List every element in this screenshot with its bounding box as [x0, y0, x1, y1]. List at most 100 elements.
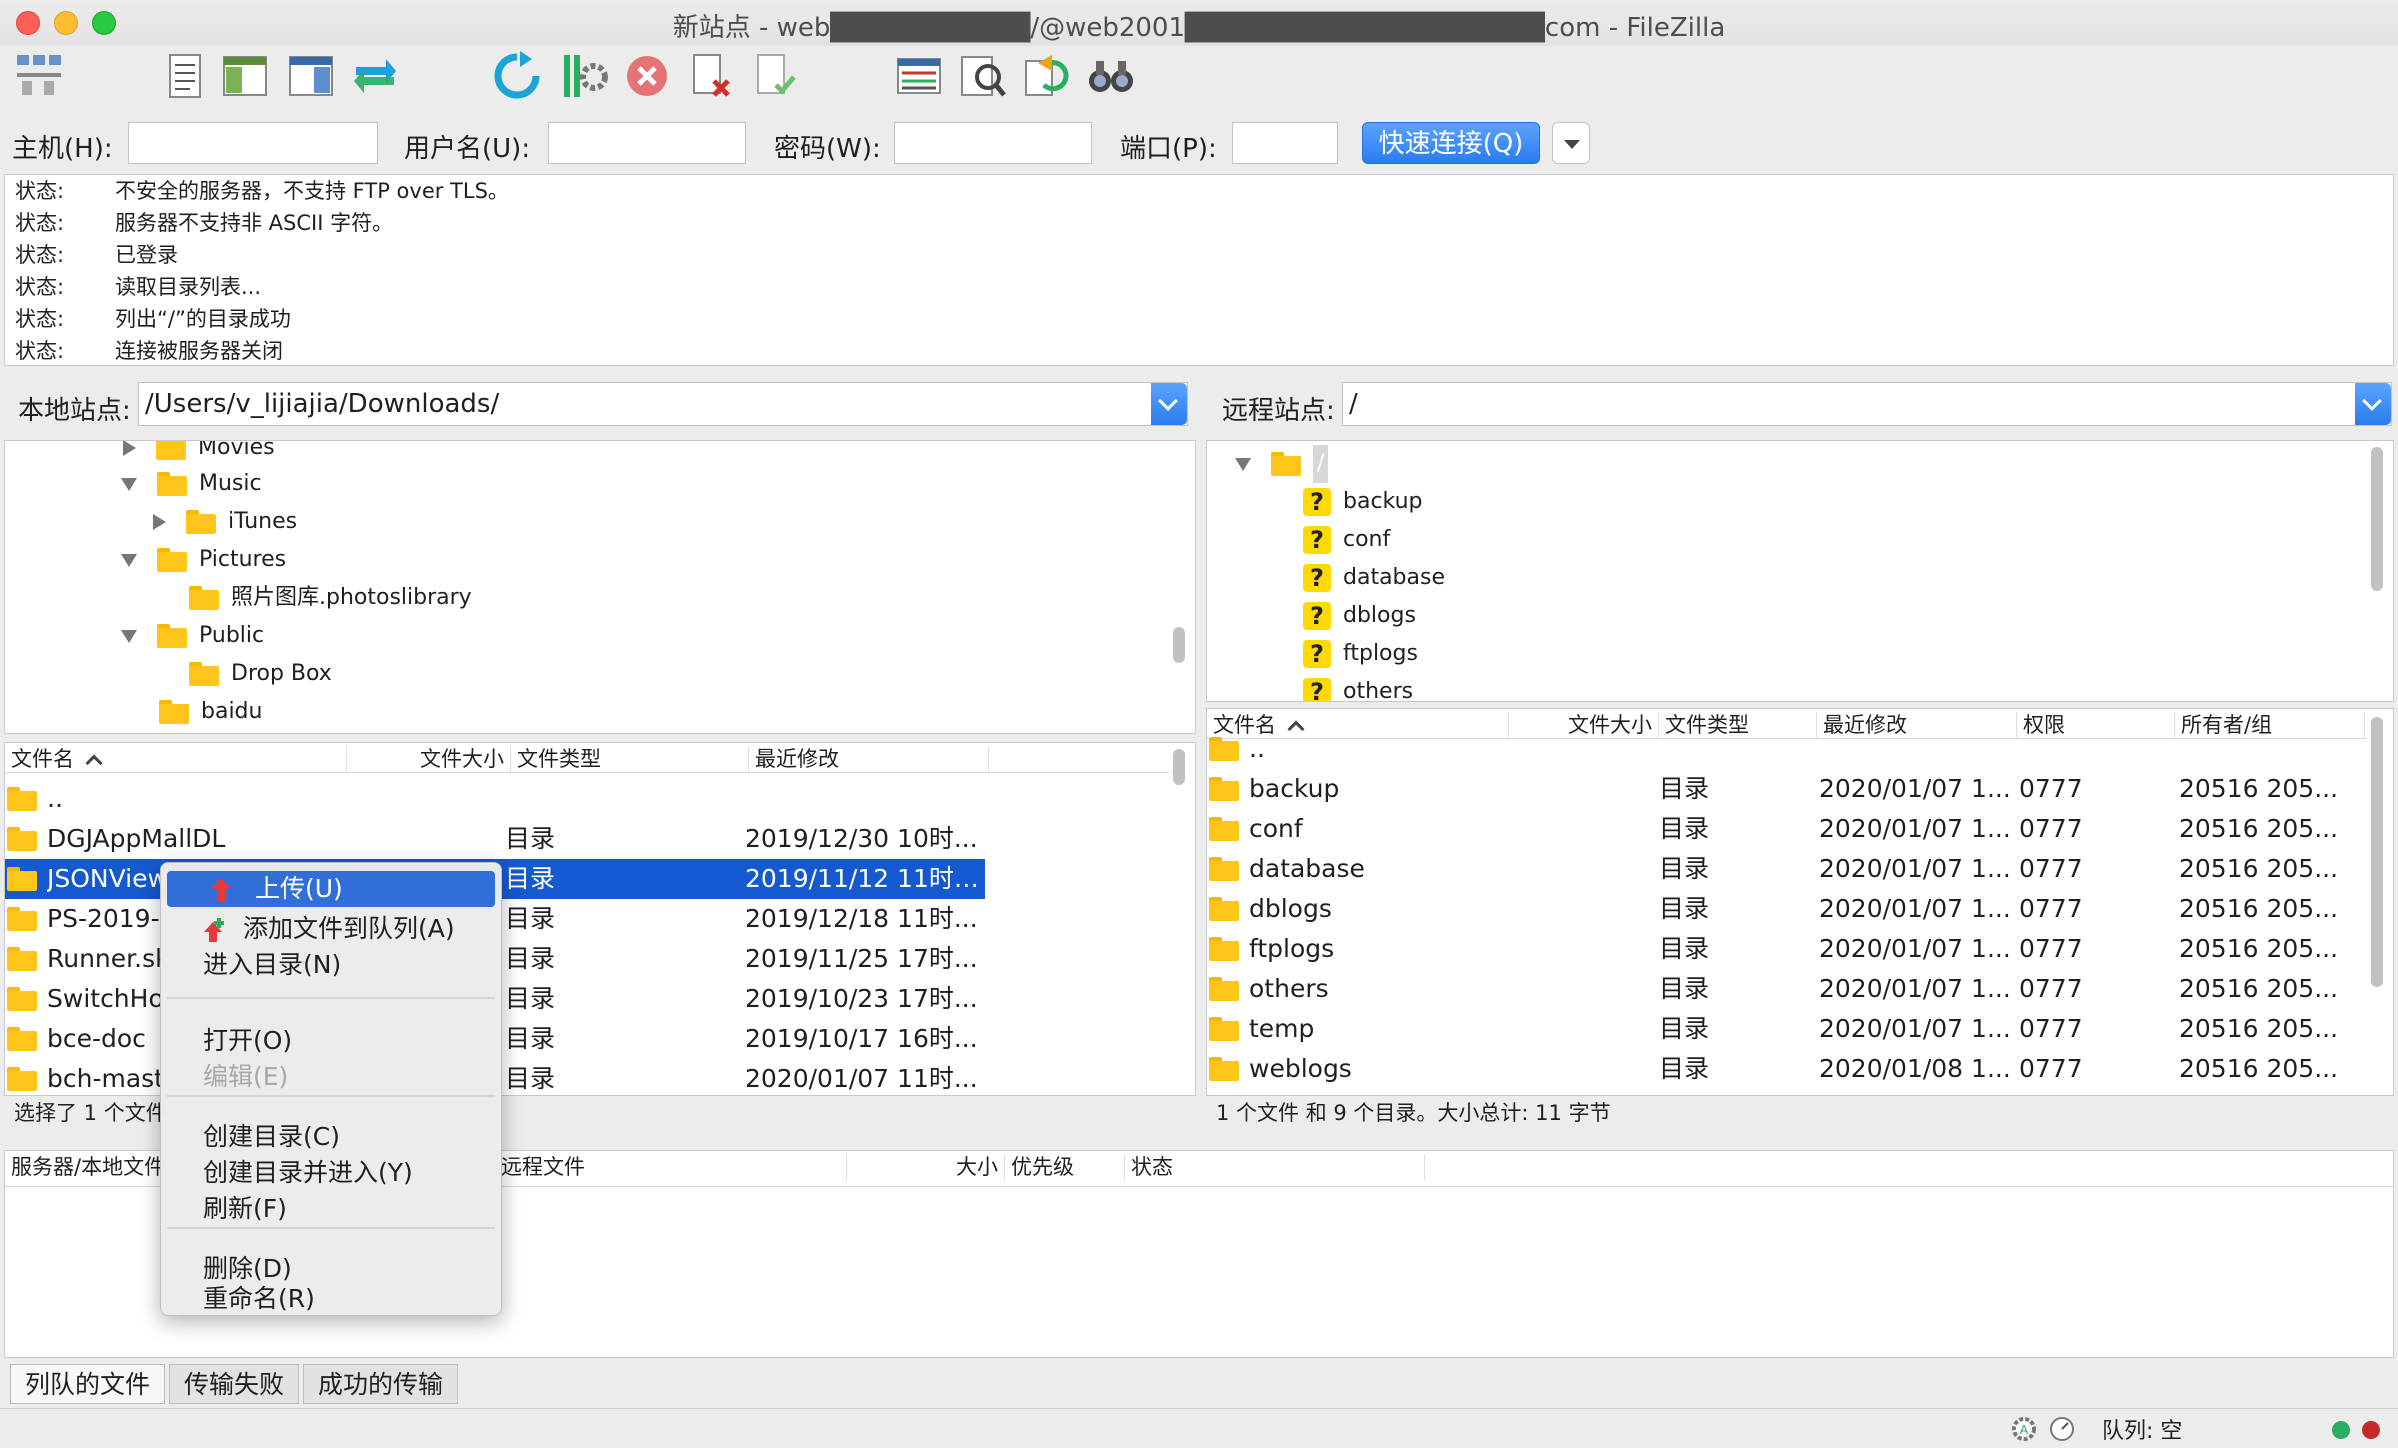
- tree-item-pictures[interactable]: Pictures: [121, 541, 286, 579]
- directory-listing-filters-icon[interactable]: [892, 48, 946, 104]
- local-site-bar: 本地站点: /Users/v_lijiajia/Downloads/: [4, 376, 1196, 432]
- host-input[interactable]: [128, 122, 378, 164]
- column-size[interactable]: 大小: [847, 1154, 1005, 1180]
- menu-item-refresh[interactable]: 刷新(F): [161, 1191, 501, 1227]
- tab-failed-transfers[interactable]: 传输失败: [169, 1364, 300, 1404]
- transfer-queue-icon[interactable]: [348, 48, 402, 104]
- menu-item-rename[interactable]: 重命名(R): [161, 1286, 501, 1317]
- tree-item-dblogs[interactable]: ? dblogs: [1303, 597, 1416, 635]
- remote-list-scrollbar[interactable]: [2371, 717, 2383, 987]
- table-row[interactable]: conf 目录 2020/01/07 1... 0777 20516 205...: [1207, 809, 2367, 849]
- tab-queued-files[interactable]: 列队的文件: [10, 1364, 166, 1404]
- menu-item-edit: 编辑(E): [203, 1062, 289, 1091]
- folder-icon: [157, 472, 187, 496]
- tree-item-ftplogs[interactable]: ? ftplogs: [1303, 635, 1418, 673]
- local-path-input[interactable]: /Users/v_lijiajia/Downloads/: [138, 382, 1188, 426]
- table-row[interactable]: temp 目录 2020/01/07 1... 0777 20516 205...: [1207, 1009, 2367, 1049]
- tree-item-root[interactable]: /: [1235, 445, 1329, 483]
- menu-item-enter-directory[interactable]: 进入目录(N): [161, 947, 501, 983]
- column-filetype[interactable]: 文件类型: [511, 746, 749, 772]
- tree-item-photoslibrary[interactable]: 照片图库.photoslibrary: [189, 579, 472, 617]
- username-input[interactable]: [548, 122, 746, 164]
- local-path-dropdown[interactable]: [1151, 383, 1187, 425]
- menu-item-delete[interactable]: 删除(D): [161, 1251, 501, 1287]
- tree-item-conf[interactable]: ? conf: [1303, 521, 1390, 559]
- local-list-scrollbar[interactable]: [1173, 749, 1185, 785]
- menu-item-upload[interactable]: 上传(U): [167, 871, 495, 907]
- sync-icon[interactable]: [1020, 48, 1074, 104]
- folder-icon: [1209, 777, 1239, 801]
- remote-tree-scrollbar[interactable]: [2371, 447, 2383, 591]
- menu-item-create-directory-and-enter[interactable]: 创建目录并进入(Y): [161, 1155, 501, 1191]
- menu-item-open[interactable]: 打开(O): [161, 1023, 501, 1059]
- quickconnect-bar: 主机(H): 用户名(U): 密码(W): 端口(P): 快速连接(Q): [0, 114, 2398, 174]
- collapse-arrow-icon[interactable]: [1235, 457, 1251, 471]
- password-label: 密码(W):: [774, 134, 881, 164]
- tree-item-backup[interactable]: ? backup: [1303, 483, 1423, 521]
- tree-item-public[interactable]: Public: [121, 617, 264, 655]
- remote-site-bar: 远程站点: /: [1204, 376, 2394, 432]
- local-tree-scrollbar[interactable]: [1173, 627, 1185, 663]
- search-icon[interactable]: [1084, 48, 1138, 104]
- gear-icon[interactable]: A: [2010, 1415, 2038, 1443]
- port-input[interactable]: [1232, 122, 1338, 164]
- remote-tree-icon[interactable]: [284, 48, 338, 104]
- table-row[interactable]: dblogs 目录 2020/01/07 1... 0777 20516 205...: [1207, 889, 2367, 929]
- column-priority[interactable]: 优先级: [1005, 1154, 1125, 1180]
- menu-item-add-to-queue[interactable]: 添加文件到队列(A): [161, 911, 501, 947]
- table-row[interactable]: weblogs 目录 2020/01/08 1... 0777 20516 205...: [1207, 1049, 2367, 1089]
- quickconnect-button[interactable]: 快速连接(Q): [1362, 122, 1540, 164]
- toggle-sync-browsing-icon[interactable]: [956, 48, 1010, 104]
- folder-icon: [157, 624, 187, 648]
- remote-path-input[interactable]: /: [1342, 382, 2392, 426]
- folder-icon: [7, 1027, 37, 1051]
- collapse-arrow-icon[interactable]: [121, 553, 137, 567]
- menu-item-create-directory[interactable]: 创建目录(C): [161, 1119, 501, 1155]
- folder-icon: [1209, 1017, 1239, 1041]
- tree-item-itunes[interactable]: iTunes: [153, 503, 297, 541]
- tree-item-others[interactable]: ? others: [1303, 673, 1413, 701]
- message-log-icon[interactable]: [158, 48, 212, 104]
- expand-arrow-icon[interactable]: [153, 514, 166, 530]
- refresh-icon[interactable]: [490, 48, 544, 104]
- password-input[interactable]: [894, 122, 1092, 164]
- table-row[interactable]: ftplogs 目录 2020/01/07 1... 0777 20516 205...: [1207, 929, 2367, 969]
- title-bar: 新站点 - web██████████/@web2001████████████…: [0, 0, 2398, 46]
- tree-item-baidu[interactable]: baidu: [159, 693, 262, 731]
- tab-successful-transfers[interactable]: 成功的传输: [303, 1364, 459, 1404]
- remote-site-label: 远程站点:: [1222, 396, 1335, 426]
- tree-item-database[interactable]: ? database: [1303, 559, 1445, 597]
- disconnect-icon[interactable]: [684, 48, 738, 104]
- table-row[interactable]: backup 目录 2020/01/07 1... 0777 20516 205...: [1207, 769, 2367, 809]
- unknown-folder-icon: ?: [1303, 526, 1331, 554]
- column-status[interactable]: 状态: [1125, 1154, 1425, 1180]
- tree-item-movies[interactable]: Movies: [123, 441, 275, 467]
- folder-icon: [7, 1067, 37, 1091]
- unknown-folder-icon: ?: [1303, 564, 1331, 592]
- process-queue-icon[interactable]: [556, 48, 610, 104]
- table-row[interactable]: ..: [5, 779, 1169, 819]
- column-modified[interactable]: 最近修改: [749, 746, 989, 772]
- folder-icon: [7, 787, 37, 811]
- column-filename[interactable]: 文件名: [5, 746, 347, 772]
- tree-item-dropbox[interactable]: Drop Box: [189, 655, 332, 693]
- tree-item-music[interactable]: Music: [121, 465, 262, 503]
- cancel-icon[interactable]: [620, 48, 674, 104]
- collapse-arrow-icon[interactable]: [121, 477, 137, 491]
- site-manager-icon[interactable]: [12, 48, 66, 104]
- quickconnect-history-dropdown[interactable]: [1552, 122, 1590, 164]
- svg-text:A: A: [2020, 1422, 2029, 1437]
- collapse-arrow-icon[interactable]: [121, 629, 137, 643]
- remote-path-dropdown[interactable]: [2355, 383, 2391, 425]
- folder-icon: [1209, 977, 1239, 1001]
- column-filesize[interactable]: 文件大小: [347, 746, 511, 772]
- local-tree-icon[interactable]: [218, 48, 272, 104]
- table-row[interactable]: database 目录 2020/01/07 1... 0777 20516 205..…: [1207, 849, 2367, 889]
- column-remote-file[interactable]: 远程文件: [495, 1154, 847, 1180]
- table-row[interactable]: ..: [1207, 729, 2367, 769]
- speed-limit-icon[interactable]: [2048, 1415, 2076, 1443]
- table-row[interactable]: others 目录 2020/01/07 1... 0777 20516 205...: [1207, 969, 2367, 1009]
- table-row[interactable]: DGJAppMallDL 目录 2019/12/30 10时...: [5, 819, 1169, 859]
- menu-separator: [167, 1227, 495, 1229]
- reconnect-icon[interactable]: [748, 48, 802, 104]
